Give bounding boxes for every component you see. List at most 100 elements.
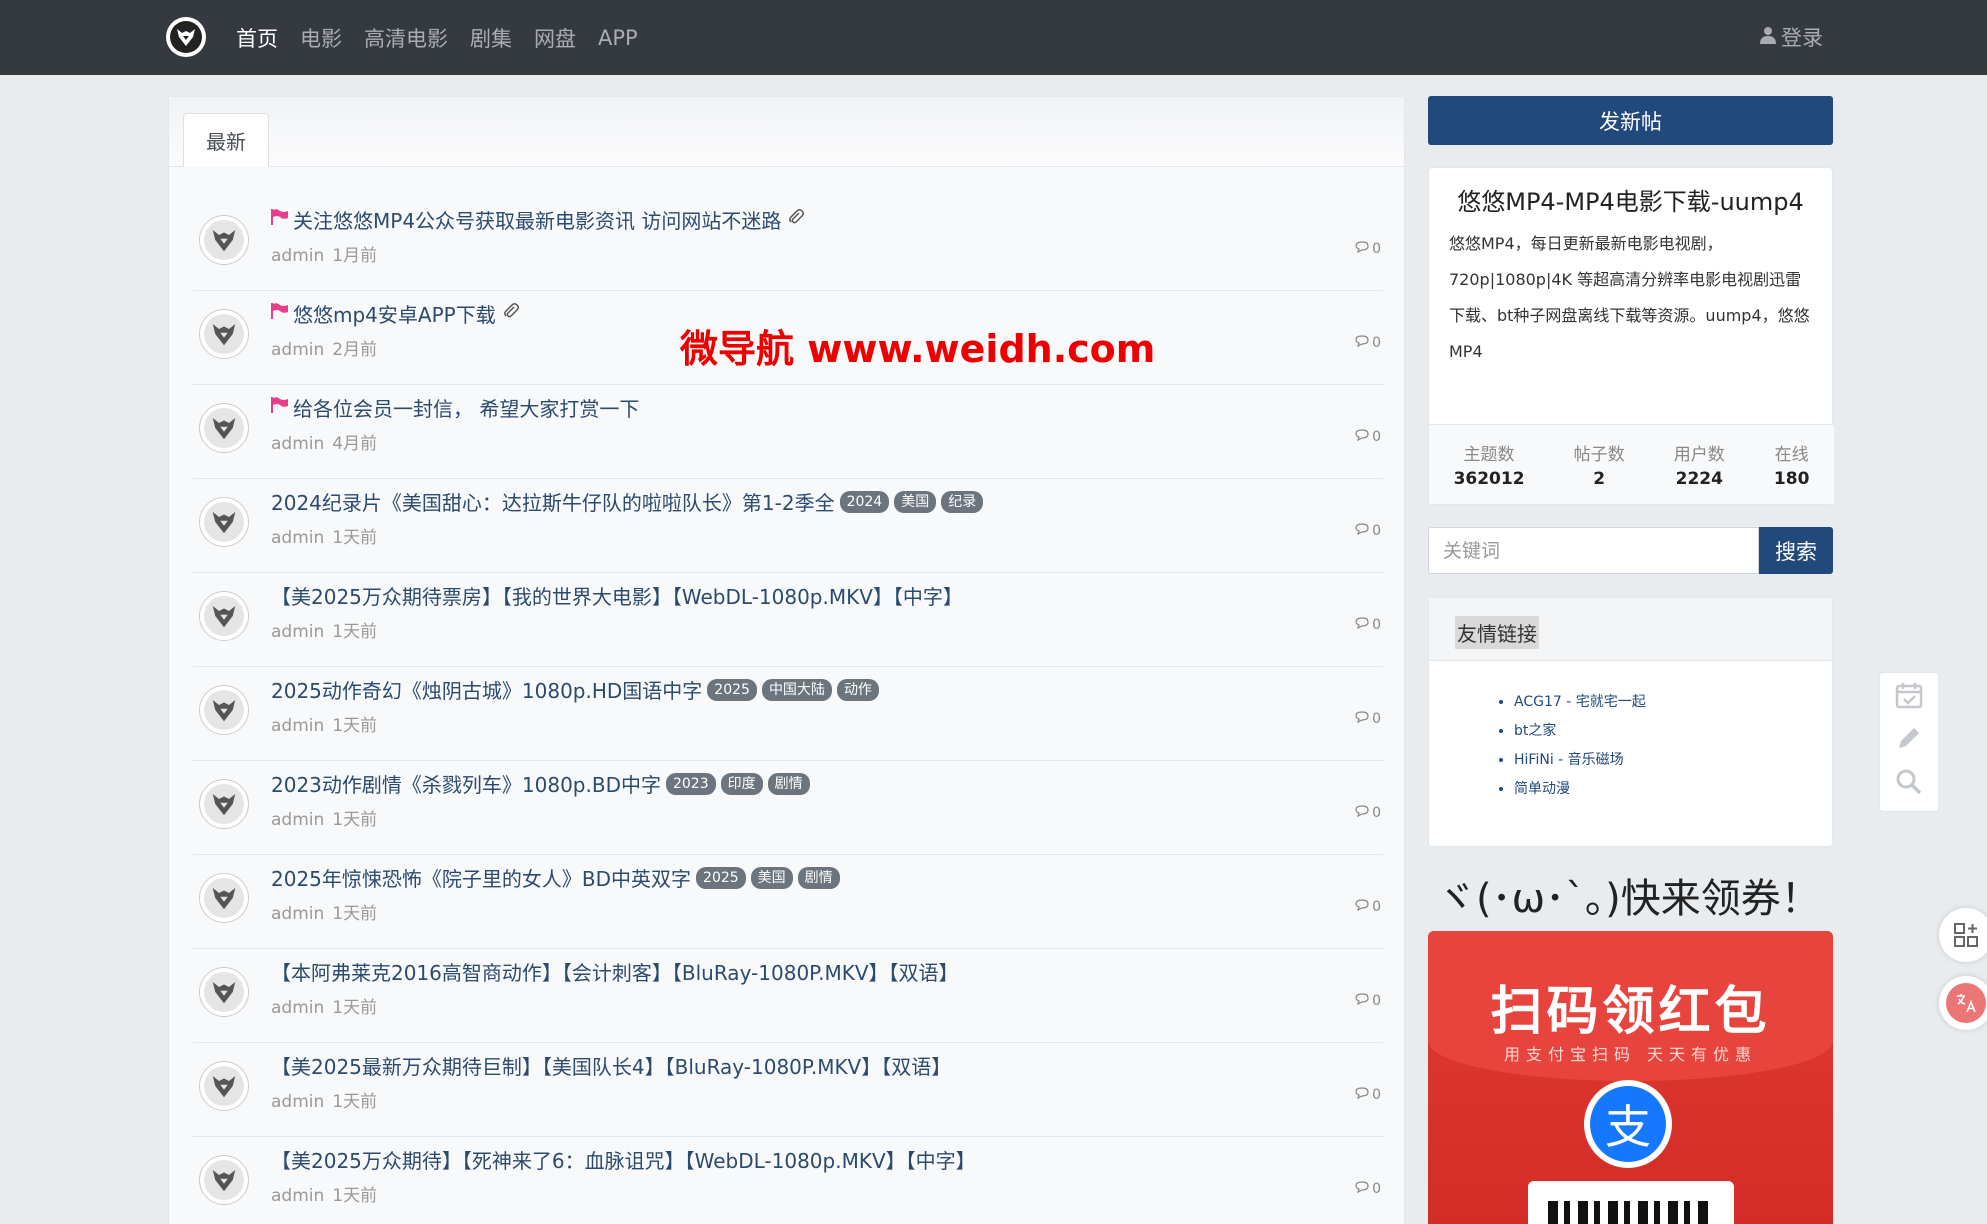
stat-label: 在线 [1774,445,1809,465]
reply-count: 0 [1355,899,1381,915]
thread-title[interactable]: 2023动作剧情《杀戮列车》1080p.BD中字 2023 印度 剧情 [271,769,810,798]
user-avatar[interactable] [199,403,249,453]
user-avatar[interactable] [199,1061,249,1111]
thread-tag[interactable]: 美国 [750,866,793,889]
thread-tag[interactable]: 中国大陆 [761,678,832,701]
site-stats: 主题数 362012 帖子数 2 用户数 2224 在线 180 [1429,424,1834,504]
thread-title-text: 给各位会员一封信， 希望大家打赏一下 [293,397,640,421]
friend-link[interactable]: 简单动漫 [1514,775,1832,804]
site-logo-icon[interactable] [166,17,206,57]
thread-author[interactable]: admin [271,434,324,454]
thread-author[interactable]: admin [271,716,324,736]
nav-item[interactable]: 网盘 [534,23,576,53]
user-avatar[interactable] [199,967,249,1017]
thread-time: 1天前 [332,904,378,924]
reply-count: 0 [1355,335,1381,351]
search-form: 搜索 [1428,527,1833,574]
pencil-icon[interactable] [1894,723,1924,760]
thread-time: 1天前 [332,1186,378,1206]
thread-tag[interactable]: 2025 [707,678,757,701]
thread-time: 1天前 [332,528,378,548]
search-input[interactable] [1428,527,1759,574]
thread-tag[interactable]: 动作 [836,678,879,701]
user-avatar[interactable] [199,1155,249,1205]
thread-title[interactable]: 2024纪录片《美国甜心：达拉斯牛仔队的啦啦队长》第1-2季全 2024 美国 纪录 [271,487,984,516]
tab-latest[interactable]: 最新 [183,113,269,167]
user-avatar[interactable] [199,309,249,359]
thread-tag[interactable]: 2024 [839,490,890,513]
comment-icon [1355,1087,1369,1103]
thread-author[interactable]: admin [271,810,324,830]
nav-item[interactable]: 剧集 [470,23,512,53]
thread-title[interactable]: 2025动作奇幻《烛阴古城》1080p.HD国语中字 2025 中国大陆 动作 [271,675,879,704]
thread-title[interactable]: 2025年惊悚恐怖《院子里的女人》BD中英双字 2025 美国 剧情 [271,863,840,892]
nav-item[interactable]: 首页 [236,23,278,53]
login-link[interactable]: 登录 [1759,22,1823,52]
thread-row: 【美2025万众期待票房】【我的世界大电影】【WebDL-1080p.MKV】【… [193,573,1383,667]
new-post-button[interactable]: 发新帖 [1428,96,1833,145]
nav-item[interactable]: 高清电影 [364,23,448,53]
links-title: 友情链接 [1455,616,1539,649]
reply-count-value: 0 [1372,1087,1381,1103]
thread-tag[interactable]: 2023 [665,772,716,795]
apps-grid-icon[interactable] [1939,908,1987,962]
red-packet-ad[interactable]: 扫码领红包 用支付宝扫码 天天有优惠 支 [1428,931,1833,1224]
card-header: 最新 [169,97,1404,167]
reply-count: 0 [1355,993,1381,1009]
thread-row: 2025动作奇幻《烛阴古城》1080p.HD国语中字 2025 中国大陆 动作 admi… [193,667,1383,761]
thread-title[interactable]: 【本阿弗莱克2016高智商动作】【会计刺客】【BluRay-1080P.MKV】… [271,957,959,986]
thread-title[interactable]: 【美2025最新万众期待巨制】【美国队长4】【BluRay-1080P.MKV】… [271,1051,951,1080]
thread-time: 1天前 [332,810,378,830]
user-avatar[interactable] [199,779,249,829]
friend-link[interactable]: HiFiNi - 音乐磁场 [1514,746,1832,775]
reply-count: 0 [1355,711,1381,727]
thread-title[interactable]: 【美2025万众期待票房】【我的世界大电影】【WebDL-1080p.MKV】【… [271,581,963,610]
search-icon[interactable] [1894,767,1924,804]
user-avatar[interactable] [199,497,249,547]
links-header: 友情链接 [1429,598,1832,661]
checkin-calendar-icon[interactable] [1894,680,1924,717]
thread-tag[interactable]: 美国 [894,490,937,513]
comment-icon [1355,711,1369,727]
thread-meta: admin 1天前 [271,1087,377,1112]
alipay-badge: 支 [1584,1080,1672,1168]
thread-title[interactable]: 关注悠悠MP4公众号获取最新电影资讯 访问网站不迷路 [271,205,805,234]
thread-row: 【本阿弗莱克2016高智商动作】【会计刺客】【BluRay-1080P.MKV】… [193,949,1383,1043]
thread-tag[interactable]: 纪录 [941,490,984,513]
thread-tag[interactable]: 剧情 [797,866,840,889]
friend-link[interactable]: bt之家 [1514,717,1832,746]
thread-tag[interactable]: 印度 [720,772,763,795]
stat-value: 180 [1773,469,1810,489]
user-avatar[interactable] [199,685,249,735]
pinned-flag-icon [271,397,289,418]
thread-author[interactable]: admin [271,622,324,642]
thread-tag[interactable]: 剧情 [767,772,810,795]
thread-row: 给各位会员一封信， 希望大家打赏一下 admin 4月前 0 [193,385,1383,479]
qr-code [1528,1181,1734,1224]
user-avatar[interactable] [199,215,249,265]
thread-author[interactable]: admin [271,246,324,266]
login-label: 登录 [1781,26,1823,50]
nav-item[interactable]: 电影 [300,23,342,53]
red-packet-title: 扫码领红包 [1490,982,1771,1042]
thread-author[interactable]: admin [271,904,324,924]
user-icon [1759,25,1777,49]
comment-icon [1355,1181,1369,1197]
thread-title[interactable]: 给各位会员一封信， 希望大家打赏一下 [271,393,639,422]
translate-button[interactable] [1939,976,1987,1030]
thread-tag[interactable]: 2025 [696,866,746,889]
nav-item[interactable]: APP [598,26,638,50]
thread-author[interactable]: admin [271,998,324,1018]
thread-author[interactable]: admin [271,340,324,360]
reply-count: 0 [1355,429,1381,445]
thread-author[interactable]: admin [271,1186,324,1206]
thread-author[interactable]: admin [271,1092,324,1112]
pinned-flag-icon [271,209,289,230]
thread-author[interactable]: admin [271,528,324,548]
search-button[interactable]: 搜索 [1759,527,1833,574]
thread-title[interactable]: 悠悠mp4安卓APP下载 [271,299,520,328]
user-avatar[interactable] [199,591,249,641]
friend-link[interactable]: ACG17 - 宅就宅一起 [1514,688,1832,717]
thread-title[interactable]: 【美2025万众期待】【死神来了6：血脉诅咒】【WebDL-1080p.MKV】… [271,1145,976,1174]
user-avatar[interactable] [199,873,249,923]
